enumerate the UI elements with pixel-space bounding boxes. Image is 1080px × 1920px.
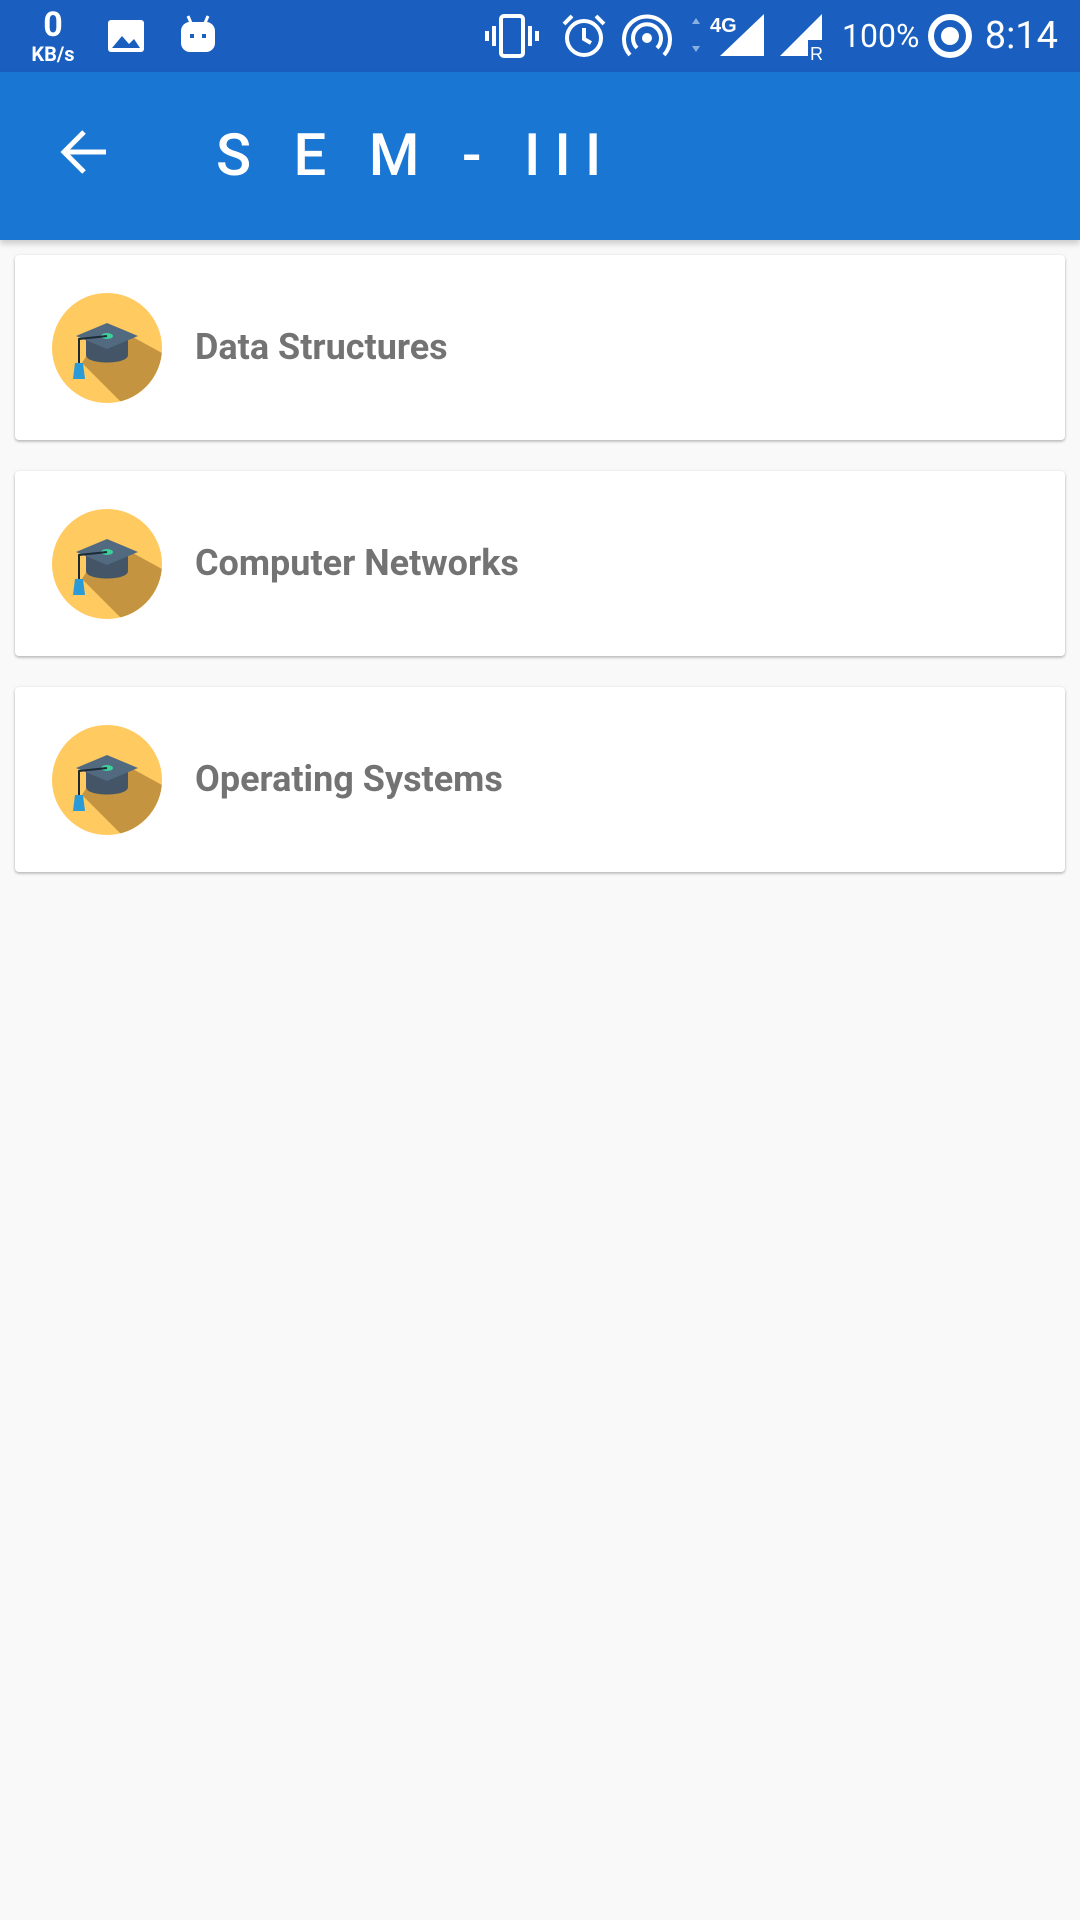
graduation-cap-icon — [52, 293, 162, 403]
signal-roaming-icon: R — [778, 10, 826, 62]
vibrate-icon — [484, 12, 540, 60]
subject-card-operating-systems[interactable]: Operating Systems — [15, 687, 1065, 872]
status-bar: 0 KB/s 4G R 100% 8:14 — [0, 0, 1080, 72]
app-bar: S E M - III — [0, 72, 1080, 240]
alarm-icon — [560, 12, 608, 60]
page-title: S E M - III — [216, 122, 616, 190]
network-type-label: 4G — [710, 15, 737, 37]
back-button[interactable] — [44, 112, 124, 192]
subject-list: Data Structures Computer Networks Operat… — [15, 255, 1065, 903]
net-speed-value: 0 — [43, 5, 63, 45]
graduation-cap-icon — [52, 509, 162, 619]
image-icon — [104, 14, 148, 58]
net-speed-unit: KB/s — [31, 42, 75, 66]
subject-label: Data Structures — [195, 326, 448, 368]
graduation-cap-icon — [52, 725, 162, 835]
android-icon — [176, 12, 220, 58]
battery-percent: 100% — [842, 17, 920, 55]
subject-label: Operating Systems — [195, 758, 503, 800]
subject-card-computer-networks[interactable]: Computer Networks — [15, 471, 1065, 656]
arrow-back-icon — [60, 130, 106, 174]
subject-label: Computer Networks — [195, 542, 519, 584]
roaming-label: R — [810, 44, 823, 62]
clock-time: 8:14 — [984, 14, 1058, 58]
net-speed: 0 KB/s — [22, 6, 84, 66]
subject-card-data-structures[interactable]: Data Structures — [15, 255, 1065, 440]
hotspot-icon — [622, 12, 672, 60]
battery-ring-icon — [926, 12, 974, 60]
signal-4g-icon: 4G — [688, 10, 766, 62]
